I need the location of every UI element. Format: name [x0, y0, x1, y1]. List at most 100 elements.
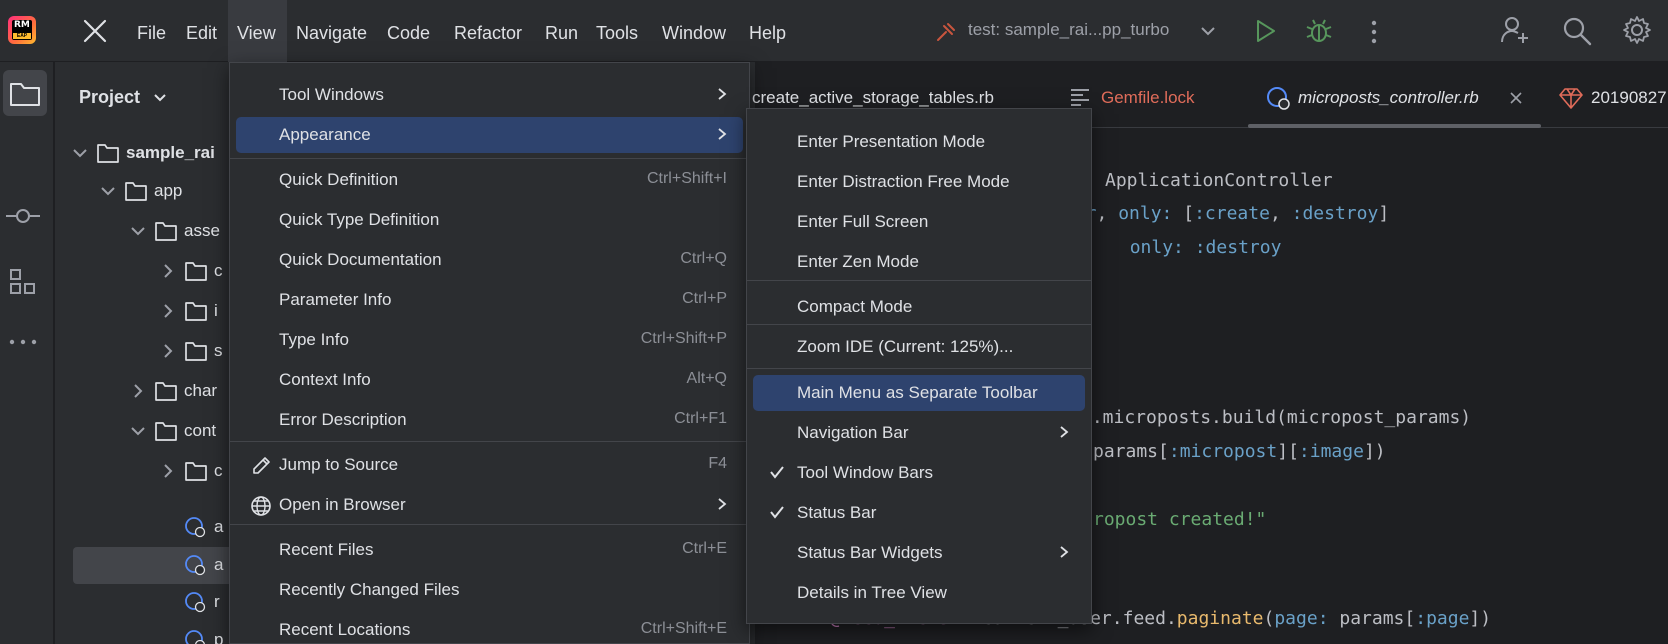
view-menu-item[interactable]: Type Info Ctrl+Shift+P: [230, 322, 749, 358]
commit-icon[interactable]: [6, 206, 40, 226]
chevron-right-icon: [164, 344, 173, 358]
view-menu-item[interactable]: Error Description Ctrl+F1: [230, 402, 749, 438]
appearance-menu-item-label: Enter Distraction Free Mode: [797, 172, 1010, 191]
chevron-right-icon: [718, 88, 727, 100]
code-token: :page: [1415, 608, 1470, 629]
chevron-down-icon[interactable]: [153, 92, 167, 104]
settings-gear-icon[interactable]: [1622, 15, 1652, 45]
code-line: ApplicationController: [1105, 170, 1333, 191]
run-configuration-selector[interactable]: test: sample_rai...pp_turbo: [968, 20, 1169, 40]
logo-eap-badge: EAP: [13, 33, 31, 39]
view-menu-item[interactable]: Context Info Alt+Q: [230, 362, 749, 398]
tab-gemfile-lock[interactable]: Gemfile.lock: [1101, 88, 1195, 108]
menu-tools[interactable]: Tools: [596, 22, 638, 44]
appearance-submenu-popup: Enter Presentation Mode Enter Distraction…: [746, 108, 1092, 624]
menu-file[interactable]: File: [137, 22, 166, 44]
view-menu-item[interactable]: Appearance: [230, 117, 749, 153]
view-menu-item-label: Parameter Info: [279, 290, 392, 309]
code-token: r.microposts.build(micropost_params): [1081, 407, 1472, 428]
close-icon[interactable]: [82, 18, 108, 44]
view-menu-item[interactable]: Quick Definition Ctrl+Shift+I: [230, 162, 749, 198]
rubymine-logo-icon[interactable]: RM EAP: [8, 16, 36, 44]
menu-edit[interactable]: Edit: [186, 22, 217, 44]
view-menu-item[interactable]: Tool Windows: [230, 77, 749, 113]
menu-view[interactable]: View: [237, 22, 276, 44]
globe-icon: [251, 496, 271, 516]
shortcut-label: Ctrl+Shift+P: [640, 330, 727, 347]
appearance-menu-item[interactable]: Details in Tree View: [747, 575, 1091, 611]
menu-separator: [230, 441, 749, 442]
appearance-menu-item[interactable]: Status Bar: [747, 495, 1091, 531]
chevron-right-icon: [164, 304, 173, 318]
view-menu-item[interactable]: Recent Files Ctrl+E: [230, 532, 749, 568]
view-menu-item[interactable]: Jump to Source F4: [230, 447, 749, 483]
run-icon[interactable]: [1252, 18, 1278, 44]
code-token: ApplicationController: [1105, 170, 1333, 191]
tree-node-label: app: [154, 181, 183, 200]
shortcut-label: Ctrl+Shift+I: [646, 170, 727, 187]
menu-refactor[interactable]: Refactor: [454, 22, 522, 44]
tab-create-active-storage[interactable]: create_active_storage_tables.rb: [752, 88, 994, 108]
structure-icon[interactable]: [9, 268, 37, 296]
menu-help[interactable]: Help: [749, 22, 786, 44]
appearance-menu-item[interactable]: Enter Presentation Mode: [747, 124, 1091, 160]
menu-window[interactable]: Window: [662, 22, 726, 44]
close-tab-icon[interactable]: [1509, 91, 1523, 105]
appearance-menu-item[interactable]: Enter Zen Mode: [747, 244, 1091, 280]
add-user-icon[interactable]: [1500, 15, 1530, 45]
code-token: only:: [1129, 237, 1184, 258]
view-menu-item-label: Appearance: [279, 125, 371, 144]
tree-node-label: a: [214, 517, 224, 536]
view-menu-item-label: Recently Changed Files: [279, 580, 460, 599]
code-token: ,: [1269, 203, 1292, 224]
view-menu-item[interactable]: Open in Browser: [230, 487, 749, 523]
menu-run[interactable]: Run: [545, 22, 578, 44]
more-horizontal-icon[interactable]: [8, 338, 38, 346]
view-menu-item[interactable]: Recent Locations Ctrl+Shift+E: [230, 612, 749, 644]
more-vertical-icon[interactable]: [1370, 19, 1378, 45]
code-token: :image: [1298, 441, 1364, 462]
tree-node-label: r: [214, 592, 220, 611]
appearance-menu-item[interactable]: Zoom IDE (Current: 125%)...: [747, 329, 1091, 365]
tab-migration-20190827[interactable]: 20190827: [1591, 88, 1667, 108]
appearance-menu-item[interactable]: Enter Full Screen: [747, 204, 1091, 240]
code-token: params[: [1093, 441, 1169, 462]
tab-microposts-controller[interactable]: microposts_controller.rb: [1298, 88, 1479, 108]
code-token: (: [1263, 608, 1275, 629]
folder-icon: [155, 382, 177, 401]
appearance-menu-item-label: Details in Tree View: [797, 583, 947, 602]
code-token: ropost created!": [1093, 509, 1267, 530]
view-menu-item[interactable]: Quick Documentation Ctrl+Q: [230, 242, 749, 278]
checkmark-icon: [770, 466, 784, 479]
project-panel-title[interactable]: Project: [79, 87, 140, 108]
appearance-menu-item[interactable]: Main Menu as Separate Toolbar: [747, 375, 1091, 411]
code-token: ]: [1378, 203, 1390, 224]
view-menu-item[interactable]: Quick Type Definition: [230, 202, 749, 238]
chevron-right-icon: [164, 264, 173, 278]
menu-navigate[interactable]: Navigate: [296, 22, 367, 44]
tree-node-label: a: [214, 555, 224, 574]
appearance-menu-item[interactable]: Enter Distraction Free Mode: [747, 164, 1091, 200]
chevron-down-icon[interactable]: [1200, 24, 1216, 38]
view-menu-item[interactable]: Parameter Info Ctrl+P: [230, 282, 749, 318]
view-menu-item[interactable]: Recently Changed Files: [230, 572, 749, 608]
appearance-menu-item[interactable]: Compact Mode: [747, 289, 1091, 325]
chevron-down-icon: [131, 427, 145, 436]
text-file-icon: [1071, 89, 1089, 106]
appearance-menu-item[interactable]: Navigation Bar: [747, 415, 1091, 451]
appearance-menu-item-label: Status Bar: [797, 503, 877, 522]
appearance-menu-item[interactable]: Status Bar Widgets: [747, 535, 1091, 571]
code-token: :micropost: [1168, 441, 1278, 462]
folder-icon: [155, 222, 177, 241]
appearance-menu-item-label: Status Bar Widgets: [797, 543, 943, 562]
debug-icon[interactable]: [1305, 17, 1333, 45]
folder-icon: [185, 302, 207, 321]
menu-code[interactable]: Code: [387, 22, 430, 44]
appearance-menu-item-label: Zoom IDE (Current: 125%)...: [797, 337, 1014, 356]
code-token: ][: [1277, 441, 1299, 462]
view-menu-item-label: Open in Browser: [279, 495, 406, 514]
search-icon[interactable]: [1562, 16, 1592, 46]
chevron-right-icon: [1060, 426, 1069, 438]
folder-icon: [10, 83, 40, 106]
appearance-menu-item[interactable]: Tool Window Bars: [747, 455, 1091, 491]
